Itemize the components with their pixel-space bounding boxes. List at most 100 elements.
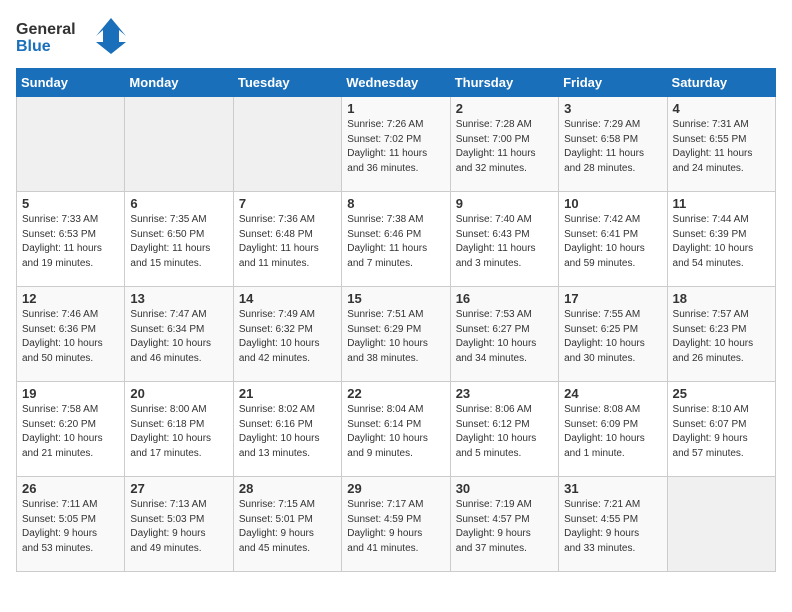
calendar-cell: 29Sunrise: 7:17 AM Sunset: 4:59 PM Dayli… bbox=[342, 477, 450, 572]
calendar-cell: 22Sunrise: 8:04 AM Sunset: 6:14 PM Dayli… bbox=[342, 382, 450, 477]
weekday-header-wednesday: Wednesday bbox=[342, 69, 450, 97]
day-info: Sunrise: 7:29 AM Sunset: 6:58 PM Dayligh… bbox=[564, 118, 661, 176]
weekday-header-tuesday: Tuesday bbox=[233, 69, 341, 97]
day-info: Sunrise: 8:02 AM Sunset: 6:16 PM Dayligh… bbox=[239, 403, 336, 461]
calendar-cell: 15 Sunrise: 7:51 AM Sunset: 6:29 PM Dayli… bbox=[342, 287, 450, 382]
logo: GeneralBlue bbox=[16, 16, 136, 56]
day-number: 13 bbox=[130, 291, 227, 306]
day-number: 7 bbox=[239, 196, 336, 211]
day-number: 22 bbox=[347, 386, 444, 401]
day-number: 12 bbox=[22, 291, 119, 306]
calendar-table: SundayMondayTuesdayWednesdayThursdayFrid… bbox=[16, 68, 776, 572]
weekday-header-sunday: Sunday bbox=[17, 69, 125, 97]
week-row-4: 19 Sunrise: 7:58 AM Sunset: 6:20 PM Dayli… bbox=[17, 382, 776, 477]
day-info: Sunrise: 7:15 AM Sunset: 5:01 PM Dayligh… bbox=[239, 498, 336, 556]
day-number: 1 bbox=[347, 101, 444, 116]
calendar-cell: 11Sunrise: 7:44 AM Sunset: 6:39 PM Dayli… bbox=[667, 192, 775, 287]
day-info: Sunrise: 7:44 AM Sunset: 6:39 PM Dayligh… bbox=[673, 213, 770, 271]
calendar-cell: 31 Sunrise: 7:21 AM Sunset: 4:55 PM Dayli… bbox=[559, 477, 667, 572]
weekday-header-row: SundayMondayTuesdayWednesdayThursdayFrid… bbox=[17, 69, 776, 97]
day-number: 24 bbox=[564, 386, 661, 401]
day-number: 8 bbox=[347, 196, 444, 211]
logo-icon: GeneralBlue bbox=[16, 16, 136, 56]
day-info: Sunrise: 7:46 AM Sunset: 6:36 PM Dayligh… bbox=[22, 308, 119, 366]
calendar-cell: 4 Sunrise: 7:31 AM Sunset: 6:55 PM Daylig… bbox=[667, 97, 775, 192]
calendar-cell: 28 Sunrise: 7:15 AM Sunset: 5:01 PM Dayli… bbox=[233, 477, 341, 572]
calendar-cell: 30 Sunrise: 7:19 AM Sunset: 4:57 PM Dayli… bbox=[450, 477, 558, 572]
day-info: Sunrise: 7:11 AM Sunset: 5:05 PM Dayligh… bbox=[22, 498, 119, 556]
calendar-cell: 16 Sunrise: 7:53 AM Sunset: 6:27 PM Dayli… bbox=[450, 287, 558, 382]
calendar-cell: 17 Sunrise: 7:55 AM Sunset: 6:25 PM Dayli… bbox=[559, 287, 667, 382]
calendar-cell: 6Sunrise: 7:35 AM Sunset: 6:50 PM Daylig… bbox=[125, 192, 233, 287]
day-info: Sunrise: 7:51 AM Sunset: 6:29 PM Dayligh… bbox=[347, 308, 444, 366]
calendar-cell: 23 Sunrise: 8:06 AM Sunset: 6:12 PM Dayli… bbox=[450, 382, 558, 477]
day-number: 30 bbox=[456, 481, 553, 496]
day-number: 26 bbox=[22, 481, 119, 496]
calendar-cell: 10 Sunrise: 7:42 AM Sunset: 6:41 PM Dayli… bbox=[559, 192, 667, 287]
day-number: 10 bbox=[564, 196, 661, 211]
calendar-cell bbox=[667, 477, 775, 572]
day-info: Sunrise: 8:06 AM Sunset: 6:12 PM Dayligh… bbox=[456, 403, 553, 461]
day-info: Sunrise: 7:21 AM Sunset: 4:55 PM Dayligh… bbox=[564, 498, 661, 556]
day-info: Sunrise: 7:42 AM Sunset: 6:41 PM Dayligh… bbox=[564, 213, 661, 271]
calendar-cell: 1 Sunrise: 7:26 AM Sunset: 7:02 PM Daylig… bbox=[342, 97, 450, 192]
day-number: 25 bbox=[673, 386, 770, 401]
weekday-header-saturday: Saturday bbox=[667, 69, 775, 97]
day-number: 16 bbox=[456, 291, 553, 306]
day-info: Sunrise: 7:49 AM Sunset: 6:32 PM Dayligh… bbox=[239, 308, 336, 366]
day-info: Sunrise: 7:31 AM Sunset: 6:55 PM Dayligh… bbox=[673, 118, 770, 176]
day-number: 18 bbox=[673, 291, 770, 306]
day-info: Sunrise: 7:35 AM Sunset: 6:50 PM Dayligh… bbox=[130, 213, 227, 271]
week-row-5: 26 Sunrise: 7:11 AM Sunset: 5:05 PM Dayli… bbox=[17, 477, 776, 572]
calendar-cell: 21Sunrise: 8:02 AM Sunset: 6:16 PM Dayli… bbox=[233, 382, 341, 477]
svg-text:Blue: Blue bbox=[16, 38, 51, 55]
day-number: 5 bbox=[22, 196, 119, 211]
day-number: 31 bbox=[564, 481, 661, 496]
day-number: 28 bbox=[239, 481, 336, 496]
calendar-cell: 2Sunrise: 7:28 AM Sunset: 7:00 PM Daylig… bbox=[450, 97, 558, 192]
day-number: 9 bbox=[456, 196, 553, 211]
weekday-header-thursday: Thursday bbox=[450, 69, 558, 97]
calendar-cell: 24 Sunrise: 8:08 AM Sunset: 6:09 PM Dayli… bbox=[559, 382, 667, 477]
day-info: Sunrise: 7:33 AM Sunset: 6:53 PM Dayligh… bbox=[22, 213, 119, 271]
weekday-header-monday: Monday bbox=[125, 69, 233, 97]
calendar-cell: 13 Sunrise: 7:47 AM Sunset: 6:34 PM Dayli… bbox=[125, 287, 233, 382]
day-info: Sunrise: 8:08 AM Sunset: 6:09 PM Dayligh… bbox=[564, 403, 661, 461]
day-info: Sunrise: 7:17 AM Sunset: 4:59 PM Dayligh… bbox=[347, 498, 444, 556]
calendar-cell bbox=[125, 97, 233, 192]
day-info: Sunrise: 7:26 AM Sunset: 7:02 PM Dayligh… bbox=[347, 118, 444, 176]
day-number: 17 bbox=[564, 291, 661, 306]
day-info: Sunrise: 7:40 AM Sunset: 6:43 PM Dayligh… bbox=[456, 213, 553, 271]
day-info: Sunrise: 7:47 AM Sunset: 6:34 PM Dayligh… bbox=[130, 308, 227, 366]
day-info: Sunrise: 7:53 AM Sunset: 6:27 PM Dayligh… bbox=[456, 308, 553, 366]
day-number: 3 bbox=[564, 101, 661, 116]
calendar-cell: 12 Sunrise: 7:46 AM Sunset: 6:36 PM Dayli… bbox=[17, 287, 125, 382]
day-number: 4 bbox=[673, 101, 770, 116]
day-info: Sunrise: 7:38 AM Sunset: 6:46 PM Dayligh… bbox=[347, 213, 444, 271]
day-info: Sunrise: 8:10 AM Sunset: 6:07 PM Dayligh… bbox=[673, 403, 770, 461]
svg-text:General: General bbox=[16, 21, 76, 38]
week-row-3: 12 Sunrise: 7:46 AM Sunset: 6:36 PM Dayli… bbox=[17, 287, 776, 382]
day-info: Sunrise: 7:13 AM Sunset: 5:03 PM Dayligh… bbox=[130, 498, 227, 556]
calendar-cell: 20Sunrise: 8:00 AM Sunset: 6:18 PM Dayli… bbox=[125, 382, 233, 477]
day-number: 14 bbox=[239, 291, 336, 306]
calendar-cell: 3 Sunrise: 7:29 AM Sunset: 6:58 PM Daylig… bbox=[559, 97, 667, 192]
calendar-cell: 14 Sunrise: 7:49 AM Sunset: 6:32 PM Dayli… bbox=[233, 287, 341, 382]
calendar-cell bbox=[233, 97, 341, 192]
week-row-1: 1 Sunrise: 7:26 AM Sunset: 7:02 PM Daylig… bbox=[17, 97, 776, 192]
day-info: Sunrise: 7:58 AM Sunset: 6:20 PM Dayligh… bbox=[22, 403, 119, 461]
day-number: 19 bbox=[22, 386, 119, 401]
calendar-cell: 9 Sunrise: 7:40 AM Sunset: 6:43 PM Daylig… bbox=[450, 192, 558, 287]
calendar-cell: 25 Sunrise: 8:10 AM Sunset: 6:07 PM Dayli… bbox=[667, 382, 775, 477]
calendar-cell: 5 Sunrise: 7:33 AM Sunset: 6:53 PM Daylig… bbox=[17, 192, 125, 287]
calendar-cell: 18 Sunrise: 7:57 AM Sunset: 6:23 PM Dayli… bbox=[667, 287, 775, 382]
calendar-cell: 19 Sunrise: 7:58 AM Sunset: 6:20 PM Dayli… bbox=[17, 382, 125, 477]
calendar-cell bbox=[17, 97, 125, 192]
day-number: 15 bbox=[347, 291, 444, 306]
day-info: Sunrise: 7:19 AM Sunset: 4:57 PM Dayligh… bbox=[456, 498, 553, 556]
day-number: 2 bbox=[456, 101, 553, 116]
day-info: Sunrise: 7:55 AM Sunset: 6:25 PM Dayligh… bbox=[564, 308, 661, 366]
header: GeneralBlue bbox=[16, 16, 776, 56]
day-info: Sunrise: 7:57 AM Sunset: 6:23 PM Dayligh… bbox=[673, 308, 770, 366]
day-number: 23 bbox=[456, 386, 553, 401]
